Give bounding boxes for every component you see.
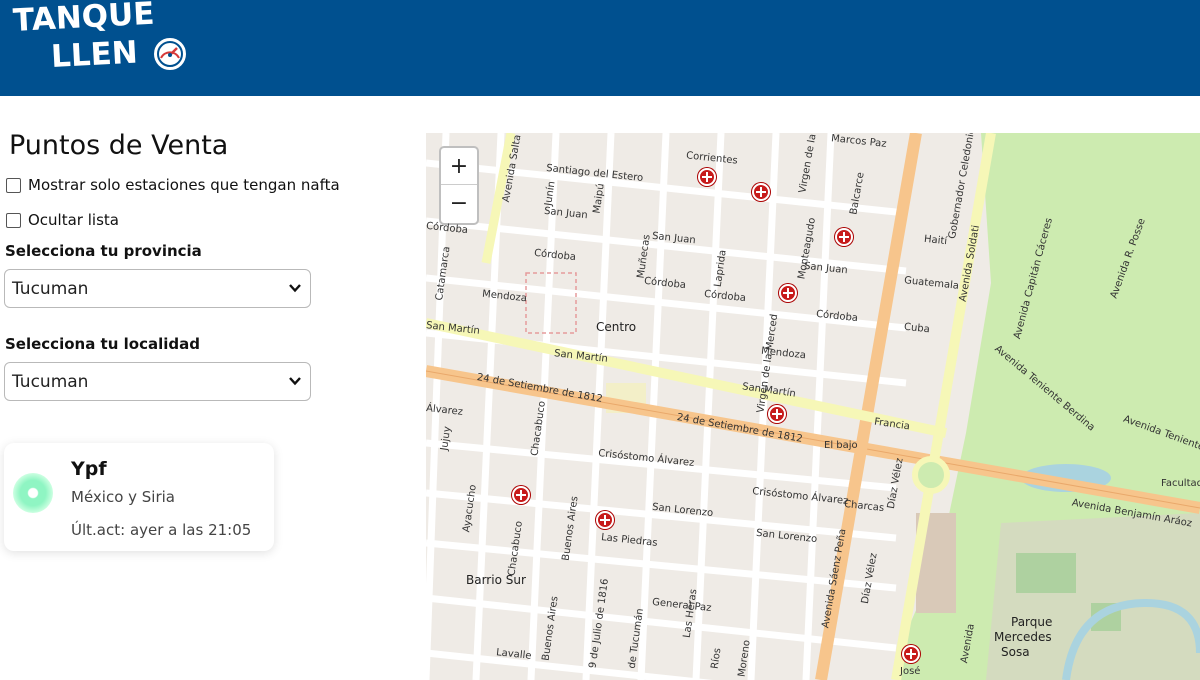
logo-line-2: LLEN (50, 34, 139, 75)
fuel-station-marker-icon[interactable] (768, 405, 786, 423)
fuel-station-marker-icon[interactable] (512, 486, 530, 504)
app-header: TANQUE LLEN (0, 0, 1200, 96)
place-label: El bajo (824, 440, 858, 451)
map[interactable]: + − Santiago del Estero Corrientes Virge… (426, 133, 1200, 680)
zoom-control: + − (439, 146, 479, 225)
fuel-station-marker-icon[interactable] (698, 168, 716, 186)
tanque-lleno-logo[interactable]: TANQUE LLEN (12, 0, 194, 84)
locality-label: Selecciona tu localidad (5, 335, 200, 353)
province-select-value: Tucuman (12, 278, 89, 299)
only-nafta-checkbox[interactable] (6, 177, 21, 193)
only-nafta-checkbox-row[interactable]: Mostrar solo estaciones que tengan nafta (6, 176, 340, 194)
place-label: Facultad de Odontol (1161, 478, 1200, 489)
logo-line-1: TANQUE (12, 0, 156, 39)
zoom-out-button[interactable]: − (441, 185, 477, 222)
hide-list-checkbox-row[interactable]: Ocultar lista (6, 211, 119, 229)
park-label: Parque (1011, 615, 1053, 629)
fuel-station-marker-icon[interactable] (779, 284, 797, 302)
zoom-in-button[interactable]: + (441, 148, 477, 185)
sidebar: Puntos de Venta Mostrar solo estaciones … (0, 96, 420, 680)
station-address: México y Siria (71, 488, 176, 506)
fuel-station-marker-icon[interactable] (835, 228, 853, 246)
locality-select-value: Tucuman (12, 371, 89, 392)
hide-list-checkbox[interactable] (6, 212, 21, 228)
locality-select[interactable]: Tucuman (4, 362, 311, 401)
street-label: Haití (923, 233, 948, 248)
roundabout (912, 456, 950, 494)
fuel-gauge-icon (154, 38, 186, 70)
page-title: Puntos de Venta (9, 130, 229, 161)
fuel-station-marker-icon[interactable] (752, 183, 770, 201)
province-select[interactable]: Tucuman (4, 269, 311, 308)
district-label: Centro (596, 320, 637, 334)
station-name: Ypf (71, 458, 107, 480)
province-label: Selecciona tu provincia (5, 242, 202, 260)
park-label: Sosa (1001, 645, 1030, 659)
station-card[interactable]: Ypf México y Siria Últ.act: ayer a las 2… (4, 443, 274, 551)
only-nafta-label: Mostrar solo estaciones que tengan nafta (28, 176, 340, 194)
station-status-dot (13, 473, 53, 513)
park-block (1016, 553, 1076, 593)
street-label: José (900, 666, 921, 677)
fuel-station-marker-icon[interactable] (596, 511, 614, 529)
fuel-station-marker-icon[interactable] (902, 645, 920, 663)
chevron-down-icon (289, 377, 301, 386)
hide-list-label: Ocultar lista (28, 211, 119, 229)
chevron-down-icon (289, 284, 301, 293)
park-label: Mercedes (994, 630, 1052, 644)
station-last-update: Últ.act: ayer a las 21:05 (71, 521, 252, 539)
